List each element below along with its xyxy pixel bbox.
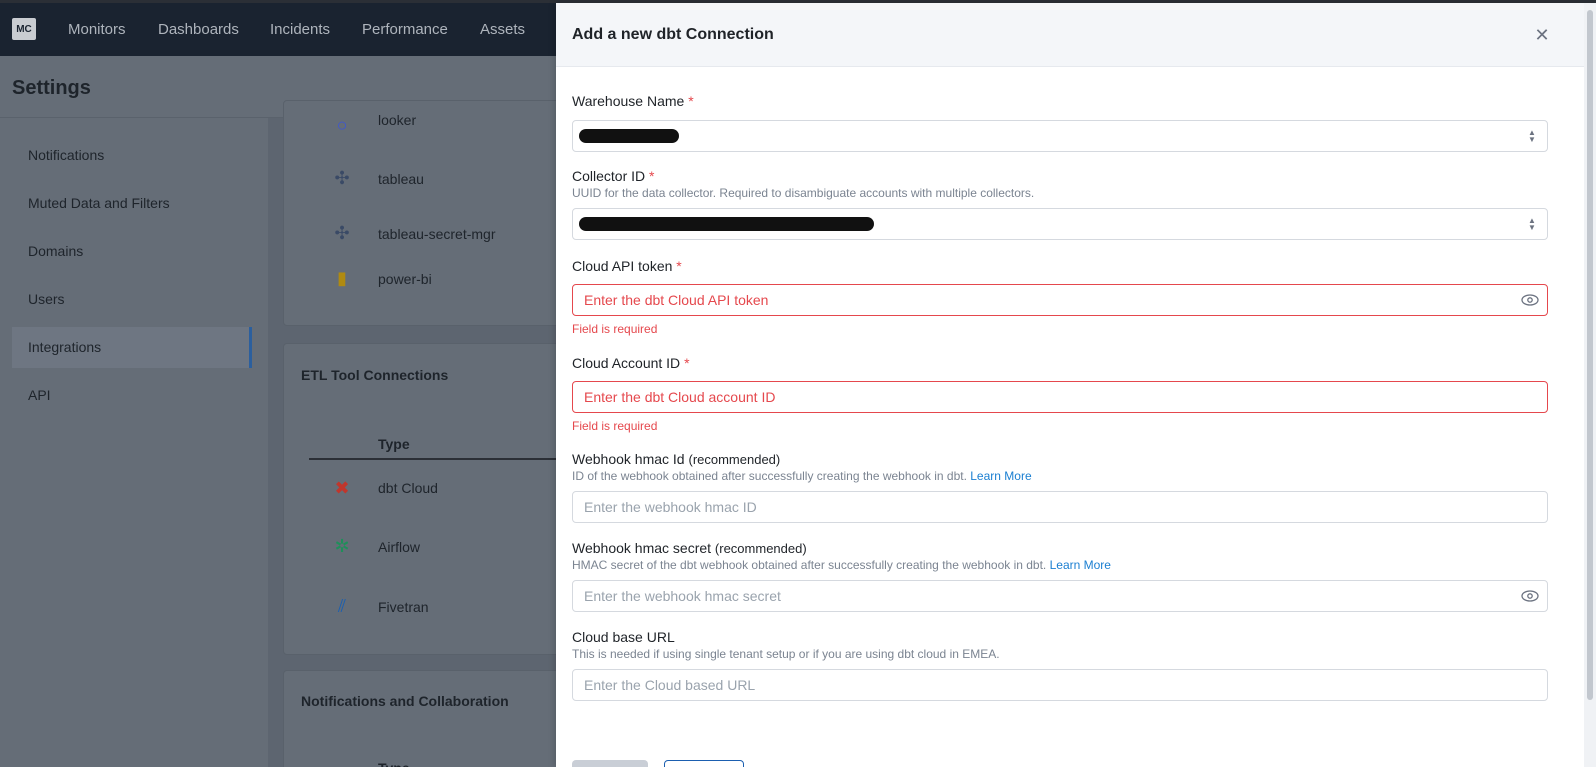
- submit-button[interactable]: [572, 760, 648, 767]
- account-id-field[interactable]: [572, 381, 1548, 413]
- account-id-error: Field is required: [572, 419, 658, 433]
- warehouse-name-label: Warehouse Name *: [572, 93, 694, 109]
- base-url-input[interactable]: [573, 670, 1547, 700]
- drawer-title: Add a new dbt Connection: [572, 26, 774, 43]
- base-url-field[interactable]: [572, 669, 1548, 701]
- hmac-secret-help-text: HMAC secret of the dbt webhook obtained …: [572, 558, 1047, 572]
- required-marker: *: [676, 258, 682, 274]
- hmac-secret-label: Webhook hmac secret (recommended): [572, 540, 807, 556]
- mc-logo[interactable]: MC: [12, 18, 36, 40]
- sidebar-item-notifications[interactable]: Notifications: [28, 147, 104, 163]
- sidebar-item-domains[interactable]: Domains: [28, 243, 83, 259]
- api-token-error: Field is required: [572, 322, 658, 336]
- warehouse-name-label-text: Warehouse Name: [572, 93, 685, 109]
- etl-row-name[interactable]: dbt Cloud: [378, 480, 438, 496]
- required-marker: *: [649, 168, 655, 184]
- hmac-secret-field[interactable]: [572, 580, 1548, 612]
- close-icon[interactable]: ✕: [1532, 25, 1552, 45]
- tableau-icon: ✣: [334, 167, 350, 188]
- warehouse-name-select[interactable]: ▲ ▼: [572, 120, 1548, 152]
- notifications-column-type: Type: [378, 760, 410, 767]
- airflow-icon: ✲: [334, 535, 350, 556]
- base-url-help: This is needed if using single tenant se…: [572, 647, 1000, 661]
- bi-row-name[interactable]: looker: [378, 112, 416, 128]
- hmac-secret-label-text: Webhook hmac secret: [572, 540, 712, 556]
- notifications-section-title: Notifications and Collaboration: [301, 693, 509, 709]
- dbt-icon: ✖: [334, 477, 350, 498]
- chevron-updown-icon: ▲ ▼: [1528, 128, 1536, 144]
- sidebar-item-api[interactable]: API: [28, 387, 51, 403]
- hmac-id-help: ID of the webhook obtained after success…: [572, 469, 1032, 483]
- bi-row-name[interactable]: power-bi: [378, 271, 432, 287]
- api-token-label: Cloud API token *: [572, 258, 682, 274]
- hmac-id-input[interactable]: [573, 492, 1547, 522]
- recommended-tag: (recommended): [714, 541, 807, 556]
- redacted-value: [579, 217, 874, 231]
- fivetran-icon: ⫽: [337, 595, 347, 616]
- settings-sidebar: [0, 118, 268, 767]
- page-title: Settings: [12, 77, 91, 99]
- nav-dashboards[interactable]: Dashboards: [158, 21, 239, 38]
- nav-monitors[interactable]: Monitors: [68, 21, 126, 38]
- etl-row-name[interactable]: Airflow: [378, 539, 420, 555]
- nav-assets[interactable]: Assets: [480, 21, 525, 38]
- collector-id-help: UUID for the data collector. Required to…: [572, 186, 1035, 200]
- nav-incidents[interactable]: Incidents: [270, 21, 330, 38]
- nav-performance[interactable]: Performance: [362, 21, 448, 38]
- account-id-label: Cloud Account ID *: [572, 355, 690, 371]
- sidebar-item-muted-data[interactable]: Muted Data and Filters: [28, 195, 170, 211]
- hmac-secret-help: HMAC secret of the dbt webhook obtained …: [572, 558, 1111, 572]
- api-token-label-text: Cloud API token: [572, 258, 673, 274]
- hmac-id-field[interactable]: [572, 491, 1548, 523]
- etl-column-type: Type: [378, 436, 410, 452]
- drawer-header: Add a new dbt Connection ✕: [556, 3, 1596, 67]
- scrollbar-thumb[interactable]: [1587, 10, 1593, 700]
- eye-icon[interactable]: [1521, 589, 1539, 603]
- recommended-tag: (recommended): [688, 452, 781, 467]
- required-marker: *: [688, 93, 694, 109]
- api-token-field[interactable]: [572, 284, 1548, 316]
- chevron-updown-icon: ▲ ▼: [1528, 216, 1536, 232]
- hmac-id-label-text: Webhook hmac Id: [572, 451, 685, 467]
- cancel-button[interactable]: [664, 760, 744, 767]
- table-header-divider: [309, 458, 559, 460]
- sidebar-item-users[interactable]: Users: [28, 291, 65, 307]
- etl-section-title: ETL Tool Connections: [301, 367, 449, 383]
- bi-row-name[interactable]: tableau-secret-mgr: [378, 226, 496, 242]
- collector-id-label: Collector ID *: [572, 168, 654, 184]
- looker-icon: ○: [336, 114, 348, 135]
- required-marker: *: [684, 355, 690, 371]
- power-bi-icon: ▮: [337, 267, 347, 288]
- tableau-icon: ✣: [334, 222, 350, 243]
- base-url-label: Cloud base URL: [572, 629, 675, 645]
- collector-id-label-text: Collector ID: [572, 168, 646, 184]
- add-dbt-connection-drawer: Add a new dbt Connection ✕ Warehouse Nam…: [556, 3, 1596, 767]
- etl-row-name[interactable]: Fivetran: [378, 599, 429, 615]
- redacted-value: [579, 129, 679, 143]
- learn-more-link[interactable]: Learn More: [970, 469, 1031, 483]
- api-token-input[interactable]: [573, 285, 1547, 315]
- hmac-id-label: Webhook hmac Id (recommended): [572, 451, 780, 467]
- account-id-input[interactable]: [573, 382, 1547, 412]
- learn-more-link[interactable]: Learn More: [1050, 558, 1111, 572]
- eye-icon[interactable]: [1521, 293, 1539, 307]
- sidebar-item-integrations[interactable]: Integrations: [28, 339, 101, 355]
- collector-id-select[interactable]: ▲ ▼: [572, 208, 1548, 240]
- hmac-id-help-text: ID of the webhook obtained after success…: [572, 469, 967, 483]
- bi-row-name[interactable]: tableau: [378, 171, 424, 187]
- hmac-secret-input[interactable]: [573, 581, 1547, 611]
- account-id-label-text: Cloud Account ID: [572, 355, 681, 371]
